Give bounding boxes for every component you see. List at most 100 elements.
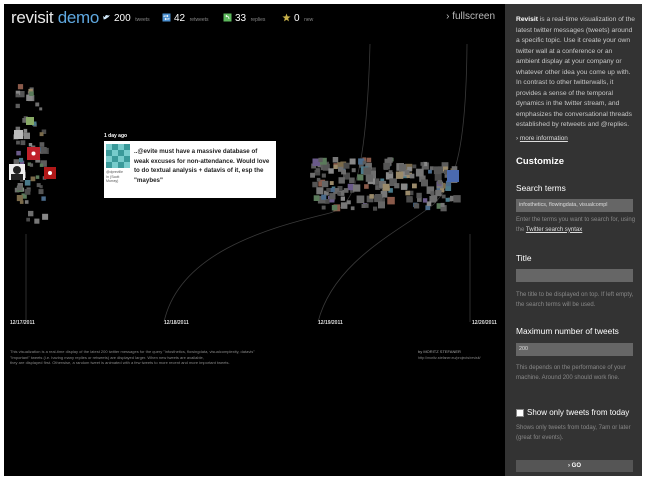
tweet-thumbnail[interactable] xyxy=(366,157,372,163)
search-input[interactable]: infosthetics, flowingdata, visualcompl xyxy=(516,199,633,212)
tweet-thumbnail[interactable] xyxy=(321,194,327,200)
tweet-thumbnail[interactable] xyxy=(16,140,20,145)
tweet-thumbnail[interactable] xyxy=(433,166,442,175)
tweet-thumbnail[interactable] xyxy=(351,168,356,173)
tweet-thumbnail[interactable] xyxy=(382,183,390,191)
tweet-thumbnail[interactable] xyxy=(387,196,395,205)
tweet-thumbnail[interactable] xyxy=(15,103,20,109)
fullscreen-link[interactable]: › fullscreen xyxy=(446,11,495,22)
tweet-thumbnail[interactable] xyxy=(357,174,364,181)
tweet-thumbnail[interactable] xyxy=(326,188,331,193)
tweet-thumbnail[interactable] xyxy=(16,195,23,202)
tweet-thumbnail[interactable] xyxy=(39,163,44,167)
tweet-thumbnail[interactable] xyxy=(17,84,24,90)
tweet-thumbnail[interactable] xyxy=(441,194,446,199)
tweet-thumbnail[interactable] xyxy=(353,184,361,192)
tweet-thumbnail[interactable] xyxy=(412,183,417,189)
tweet-thumbnail[interactable] xyxy=(321,205,326,210)
tweet-thumbnail[interactable] xyxy=(429,166,434,171)
tweet-thumbnail[interactable] xyxy=(28,143,33,147)
tweet-thumbnail[interactable] xyxy=(349,177,355,184)
tweet-thumbnail[interactable] xyxy=(388,170,393,174)
tweet-thumbnail[interactable] xyxy=(24,189,31,195)
tweet-thumbnail[interactable] xyxy=(38,189,44,195)
tweet-thumbnail[interactable] xyxy=(440,202,445,207)
tweet-thumbnail[interactable] xyxy=(40,147,47,153)
tweet-thumbnail[interactable] xyxy=(315,168,320,173)
tweet-thumbnail[interactable] xyxy=(361,204,366,208)
tweet-thumbnail[interactable] xyxy=(356,195,365,204)
tweet-thumbnail[interactable] xyxy=(30,176,36,182)
tweet-thumbnail[interactable] xyxy=(23,132,30,139)
tweet-username[interactable]: @dpreville In (Scott Murray) xyxy=(106,170,130,184)
tweet-thumbnail[interactable] xyxy=(316,177,321,182)
tweet-thumbnail[interactable] xyxy=(409,173,415,179)
tweet-thumbnail[interactable] xyxy=(329,193,336,200)
tweet-thumbnail[interactable] xyxy=(333,164,338,169)
tweet-thumbnail[interactable] xyxy=(445,197,450,202)
tweet-thumbnail[interactable] xyxy=(26,117,34,125)
tweet-thumbnail[interactable] xyxy=(408,197,413,202)
tweet-thumbnail[interactable] xyxy=(24,200,29,204)
tweet-thumbnail[interactable] xyxy=(343,162,350,169)
twitter-search-syntax-link[interactable]: Twitter search syntax xyxy=(526,227,582,233)
tweet-thumbnail[interactable] xyxy=(395,171,404,179)
tweet-thumbnail[interactable] xyxy=(20,140,26,146)
tweet-thumbnail[interactable] xyxy=(19,157,24,162)
tweet-thumbnail[interactable] xyxy=(430,191,435,196)
tweet-thumbnail[interactable] xyxy=(340,196,345,201)
tweet-thumbnail[interactable] xyxy=(400,183,408,190)
tweet-thumbnail[interactable] xyxy=(17,185,23,191)
tweet-thumbnail[interactable] xyxy=(365,174,373,182)
tweet-thumbnail[interactable] xyxy=(378,201,385,209)
tweet-thumbnail[interactable] xyxy=(29,91,34,96)
tweet-thumbnail[interactable] xyxy=(337,191,341,196)
tweet-thumbnail[interactable] xyxy=(338,166,343,172)
tweet-thumbnail[interactable] xyxy=(321,180,329,188)
tweet-thumbnail[interactable] xyxy=(19,200,24,204)
tweet-thumbnail[interactable] xyxy=(404,170,410,175)
tweet-tooltip[interactable]: 1 day ago @dpreville In (Scott Murray) .… xyxy=(104,133,276,198)
tweet-thumbnail[interactable] xyxy=(362,160,367,165)
tweet-thumbnail[interactable] xyxy=(350,206,355,211)
tweet-thumbnail[interactable] xyxy=(329,181,334,185)
tweet-thumbnail[interactable] xyxy=(28,210,34,217)
credit-author[interactable]: by MORITZ STEFANER xyxy=(418,349,481,354)
tweet-thumbnail[interactable] xyxy=(364,184,369,189)
tweet-thumbnail[interactable] xyxy=(338,177,345,184)
tweet-thumbnail[interactable] xyxy=(369,194,374,199)
tweet-thumbnail[interactable] xyxy=(310,172,315,178)
tweet-thumbnail[interactable] xyxy=(428,169,432,174)
credit-url[interactable]: http://moritz.stefaner.eu/projects/revis… xyxy=(418,356,481,360)
tweet-thumbnail[interactable] xyxy=(42,213,49,220)
title-input[interactable] xyxy=(516,269,633,282)
go-button[interactable]: › GO xyxy=(516,460,633,472)
tweet-thumbnail[interactable] xyxy=(374,194,383,202)
tweet-thumbnail[interactable] xyxy=(447,170,459,182)
tweet-thumbnail[interactable] xyxy=(23,128,28,133)
tweet-thumbnail[interactable] xyxy=(41,196,46,201)
tweet-thumbnail[interactable] xyxy=(35,102,40,107)
tweet-thumbnail[interactable] xyxy=(332,157,339,163)
max-tweets-input[interactable]: 200 xyxy=(516,343,633,356)
tweet-thumbnail[interactable] xyxy=(324,199,330,204)
tweet-thumbnail[interactable] xyxy=(313,195,320,201)
tweet-thumbnail[interactable] xyxy=(39,142,45,147)
tweet-thumbnail[interactable] xyxy=(14,130,23,139)
tweet-thumbnail[interactable] xyxy=(387,157,393,163)
tweet-thumbnail[interactable] xyxy=(35,175,40,179)
tweet-thumbnail[interactable] xyxy=(412,164,417,169)
tweet-thumbnail[interactable] xyxy=(416,192,422,199)
tweet-thumbnail[interactable] xyxy=(330,188,335,193)
tweet-thumbnail[interactable] xyxy=(15,93,20,98)
tweet-thumbnail[interactable] xyxy=(29,163,34,167)
tweet-thumbnail[interactable] xyxy=(312,181,318,188)
tweet-thumbnail[interactable] xyxy=(425,205,431,211)
tweet-thumbnail[interactable] xyxy=(414,203,420,209)
tweet-thumbnail[interactable] xyxy=(16,150,21,156)
more-info-link[interactable]: › more information xyxy=(516,135,636,142)
tweet-thumbnail[interactable] xyxy=(405,190,411,196)
tweet-thumbnail[interactable] xyxy=(420,162,425,166)
tweet-thumbnail[interactable] xyxy=(343,188,349,193)
tweet-thumbnail[interactable] xyxy=(24,180,31,186)
